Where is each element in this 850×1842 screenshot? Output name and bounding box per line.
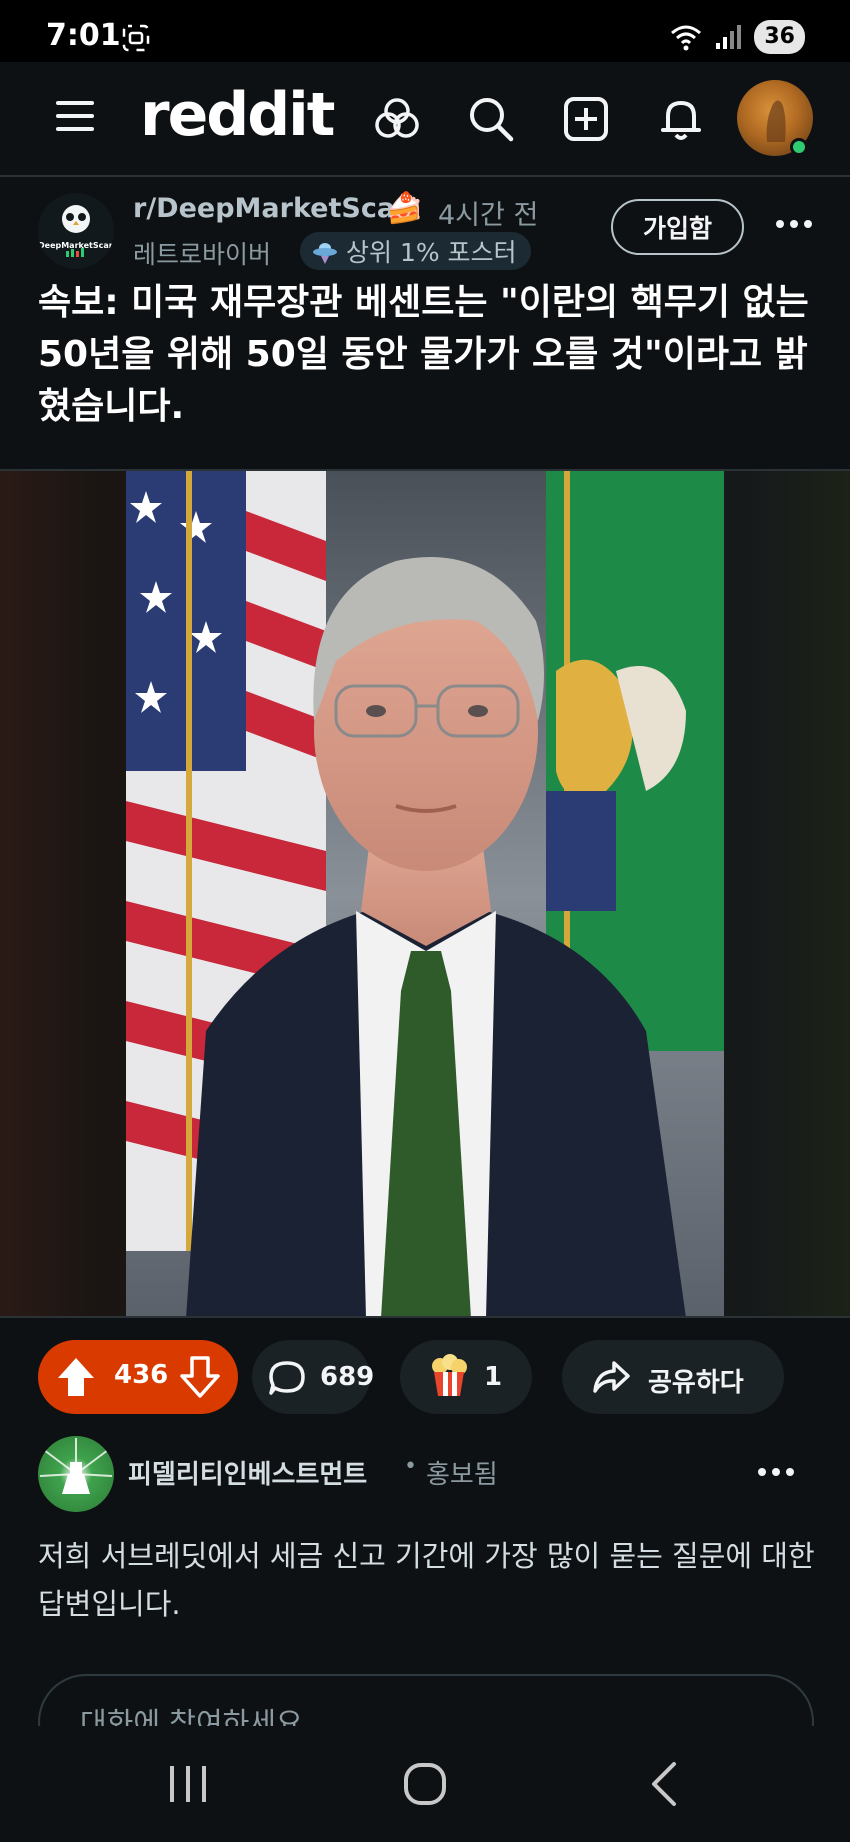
screen-recorder-icon <box>122 24 150 52</box>
back-icon[interactable] <box>636 1756 696 1812</box>
downvote-icon[interactable] <box>180 1356 220 1398</box>
post-image[interactable] <box>126 471 724 1318</box>
promoted-post: 피델리티인베스트먼트 • 홍보됨 저희 서브레딧에서 세금 신고 기간에 가장 … <box>0 1426 850 1770</box>
portrait-illustration <box>126 471 724 1318</box>
badge-label: 상위 1% 포스터 <box>346 238 517 267</box>
status-time: 7:01 <box>46 18 121 53</box>
system-nav-bar <box>0 1726 850 1842</box>
comment-count: 689 <box>320 1362 375 1392</box>
battery-indicator: 36 <box>754 20 805 54</box>
author-name[interactable]: 레트로바이버 <box>133 235 271 271</box>
popular-icon[interactable] <box>372 94 422 144</box>
advertiser-logo[interactable] <box>38 1436 114 1512</box>
app-header: reddit <box>0 62 850 177</box>
post-actions: 436 689 1 공유하다 <box>0 1316 850 1426</box>
status-bar: 7:01 36 <box>0 0 850 62</box>
award-button[interactable]: 1 <box>400 1340 532 1414</box>
fidelity-logo-icon <box>39 1438 113 1494</box>
menu-icon[interactable] <box>54 98 96 134</box>
recent-apps-icon[interactable] <box>158 1756 218 1812</box>
post-header: DeepMarketScan r/DeepMarketScan 🍰 4시간 전 … <box>0 177 850 469</box>
subreddit-icon[interactable]: DeepMarketScan <box>38 193 114 269</box>
cake-day-icon: 🍰 <box>386 191 424 226</box>
reddit-logo[interactable]: reddit <box>140 80 335 150</box>
subreddit-name[interactable]: r/DeepMarketScan <box>133 193 414 224</box>
wifi-icon <box>671 25 702 51</box>
more-options-icon[interactable] <box>772 209 816 239</box>
post-media[interactable] <box>0 469 850 1318</box>
post-title[interactable]: 속보: 미국 재무장관 베센트는 "이란의 핵무기 없는 50년을 위해 50일… <box>38 277 818 433</box>
subreddit-icon-text: DeepMarketScan <box>38 241 114 250</box>
join-button[interactable]: 가입함 <box>611 199 744 255</box>
top-poster-badge: 상위 1% 포스터 <box>300 232 531 270</box>
award-count: 1 <box>484 1362 503 1392</box>
upvote-icon[interactable] <box>56 1356 96 1398</box>
notification-bell-icon[interactable] <box>656 94 706 144</box>
share-label: 공유하다 <box>648 1368 744 1398</box>
create-post-icon[interactable] <box>561 94 611 144</box>
comments-button[interactable]: 689 <box>252 1340 374 1414</box>
post-time: 4시간 전 <box>438 200 539 231</box>
owl-icon <box>62 205 90 257</box>
separator-dot: • <box>404 1454 417 1479</box>
search-icon[interactable] <box>466 94 516 144</box>
share-button[interactable]: 공유하다 <box>562 1340 784 1414</box>
more-options-icon[interactable] <box>756 1462 796 1482</box>
vote-count: 436 <box>114 1360 169 1390</box>
popcorn-award-icon <box>432 1354 467 1396</box>
comment-icon <box>269 1361 305 1395</box>
share-icon <box>593 1361 630 1393</box>
home-icon[interactable] <box>395 1756 455 1812</box>
online-status-dot <box>790 138 808 156</box>
ufo-icon <box>313 243 337 264</box>
promoted-text[interactable]: 저희 서브레딧에서 세금 신고 기간에 가장 많이 묻는 질문에 대한 답변입니… <box>38 1532 818 1628</box>
signal-icon <box>716 25 742 49</box>
promoted-label: 홍보됨 <box>426 1460 498 1490</box>
advertiser-name[interactable]: 피델리티인베스트먼트 <box>128 1454 367 1491</box>
vote-control: 436 <box>38 1340 238 1414</box>
